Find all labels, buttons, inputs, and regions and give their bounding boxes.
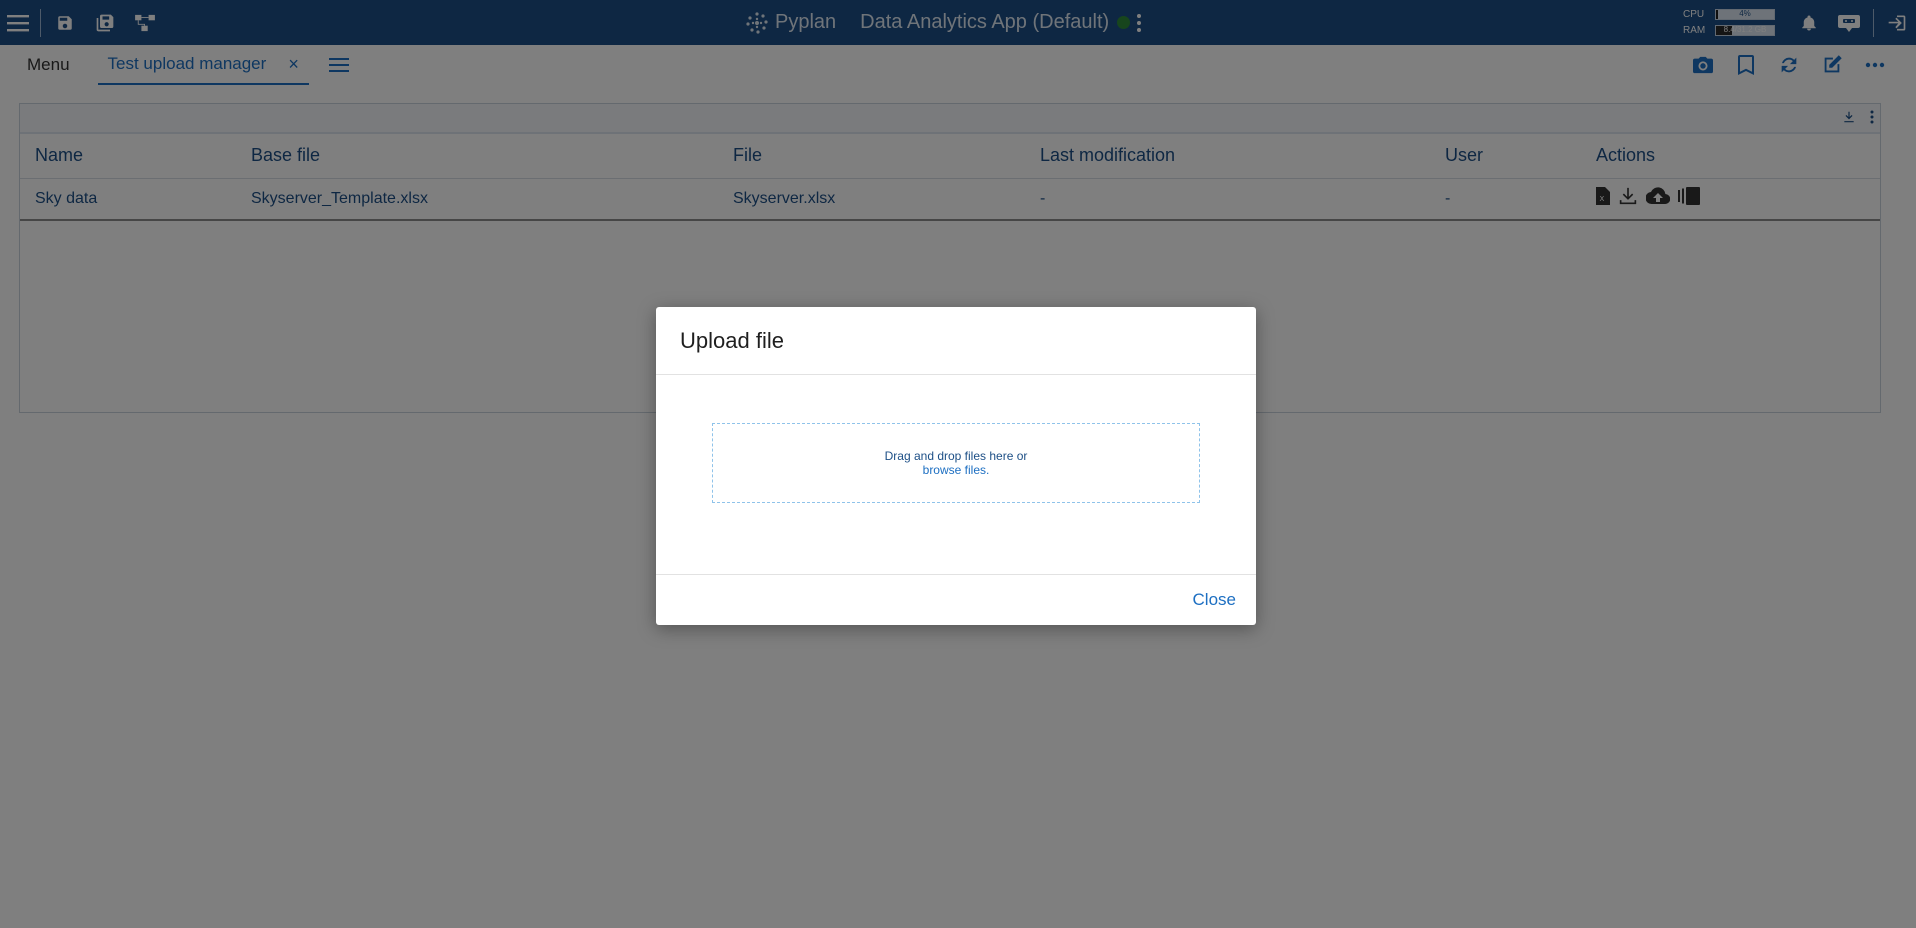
dropzone-text: Drag and drop files here or bbox=[884, 449, 1028, 463]
dialog-body: Drag and drop files here or browse files… bbox=[656, 375, 1256, 575]
close-button[interactable]: Close bbox=[1193, 590, 1236, 610]
dialog-title: Upload file bbox=[680, 327, 784, 353]
upload-file-dialog: Upload file Drag and drop files here or … bbox=[656, 307, 1256, 625]
dialog-header: Upload file bbox=[656, 307, 1256, 375]
file-dropzone[interactable]: Drag and drop files here or browse files… bbox=[712, 423, 1200, 503]
dialog-footer: Close bbox=[656, 575, 1256, 625]
browse-files-link[interactable]: browse files. bbox=[923, 463, 990, 477]
